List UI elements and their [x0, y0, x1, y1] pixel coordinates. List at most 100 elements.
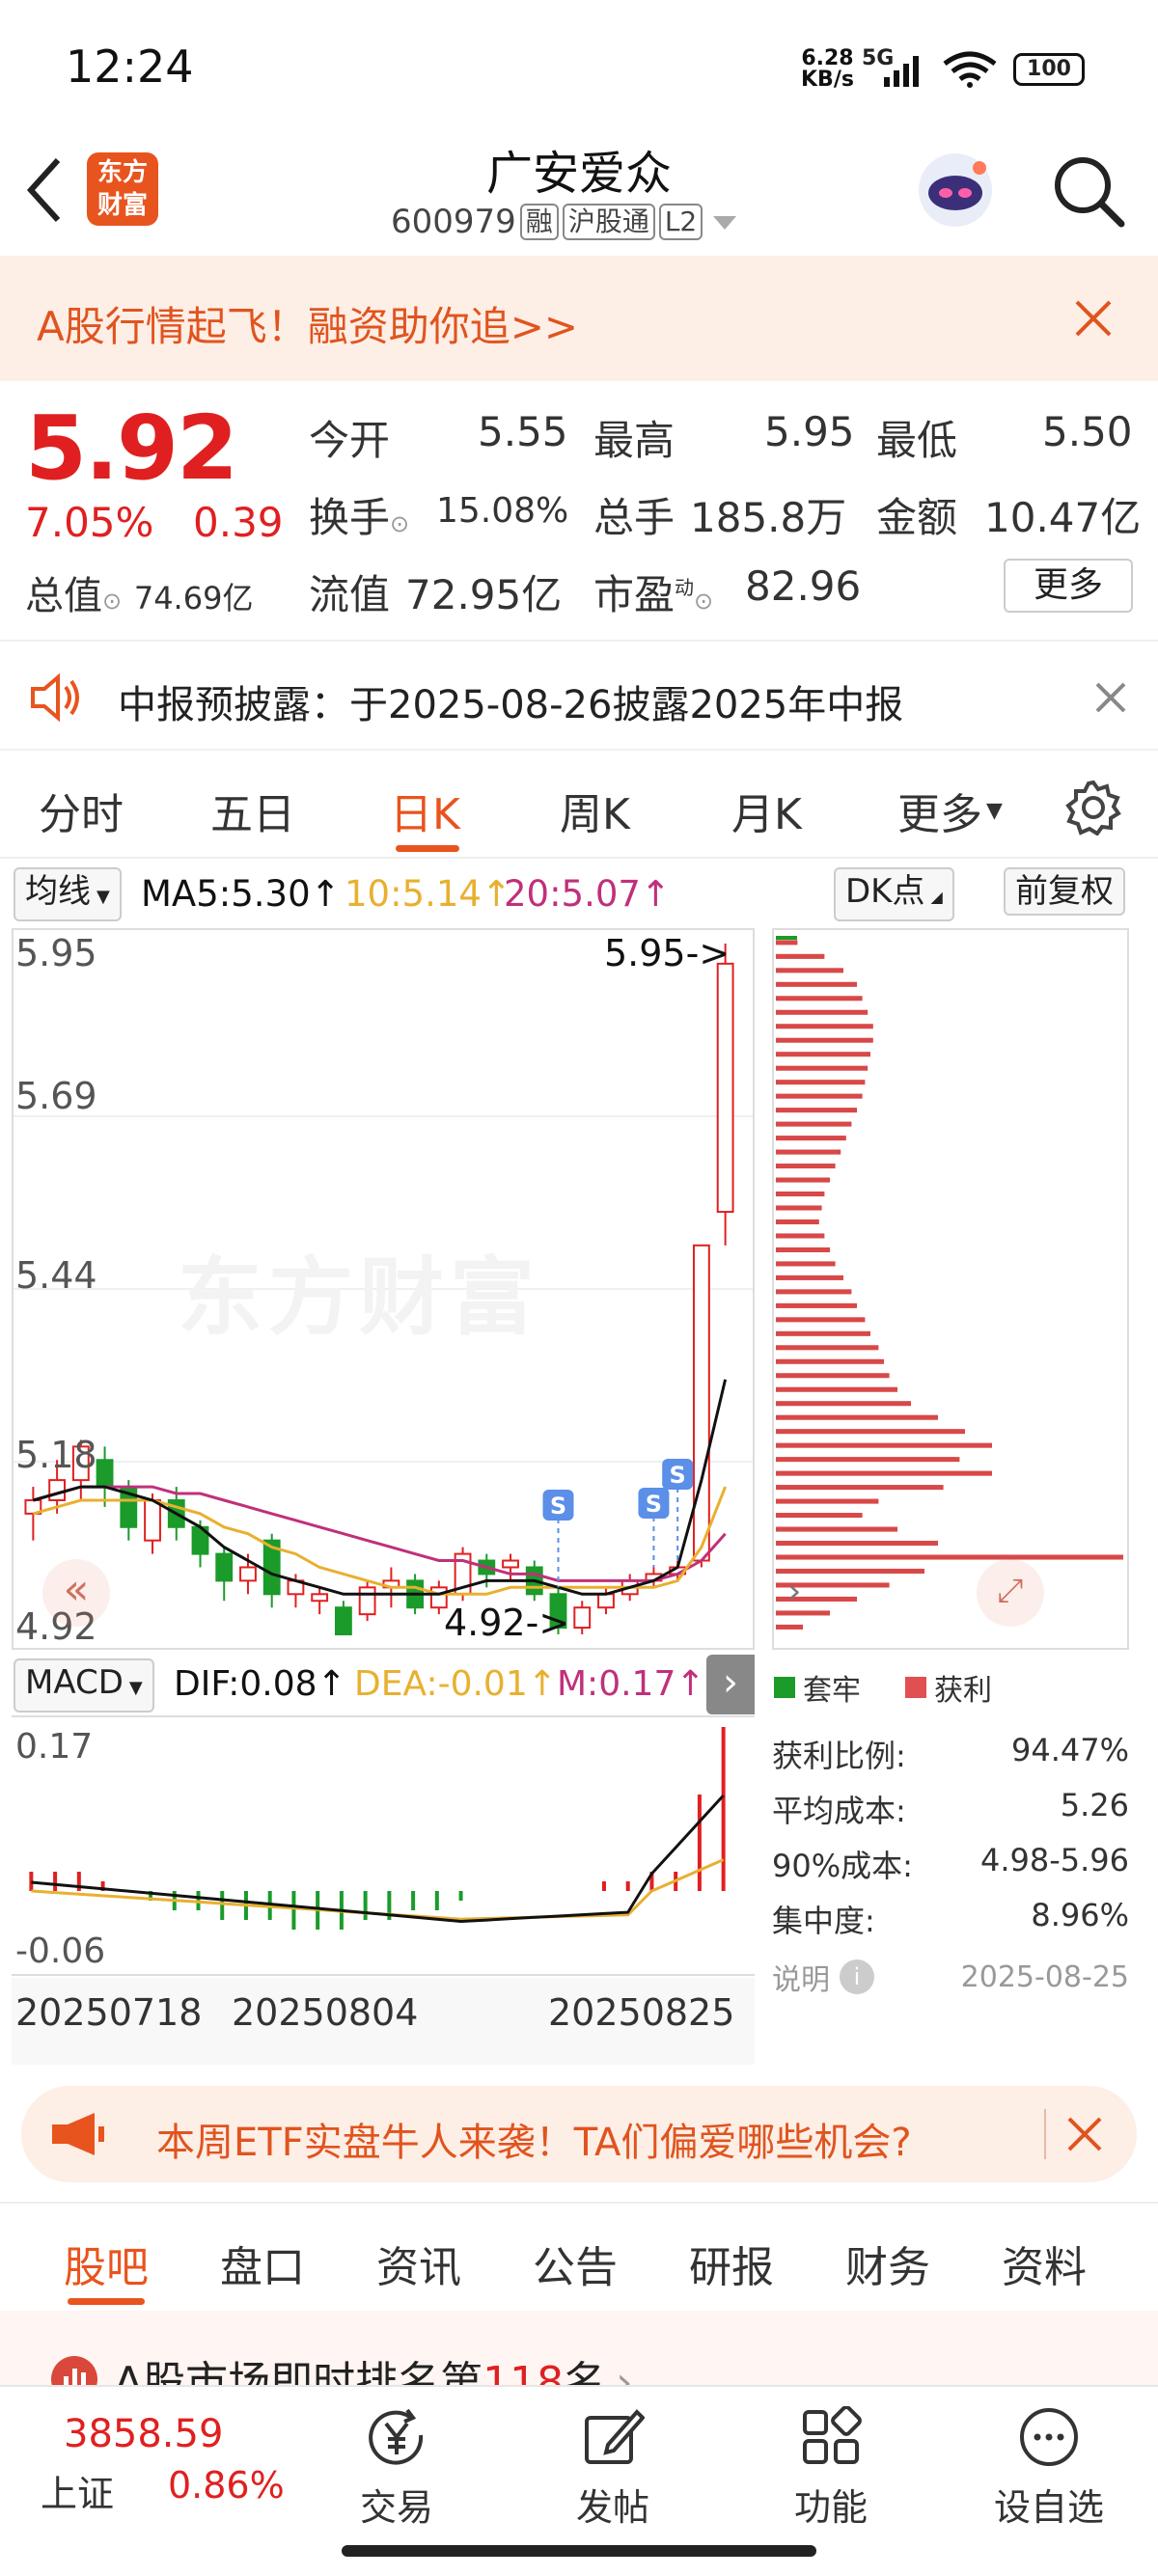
candle-body: [144, 1498, 161, 1542]
chevron-right-icon[interactable]: ›: [787, 1575, 826, 1613]
tab-profile[interactable]: 资料: [1002, 2233, 1087, 2294]
rank-strip[interactable]: A股市场即时排名第118名 ›: [0, 2311, 1158, 2388]
tab-daily-k[interactable]: 日K: [390, 780, 460, 841]
distribution-bar: [776, 1401, 911, 1407]
distribution-bar: [776, 1065, 868, 1071]
tab-news[interactable]: 资讯: [376, 2233, 461, 2294]
stock-code-row[interactable]: 600979 融 沪股通 L2: [391, 203, 739, 241]
date-label: 20250825: [548, 1991, 735, 2034]
candle-body: [311, 1593, 329, 1603]
corner-icon: ◢: [930, 888, 943, 906]
index-change[interactable]: 0.86%: [168, 2464, 285, 2507]
robot-assistant-icon[interactable]: [912, 147, 999, 233]
cost90-row: 90%成本: 4.98-5.96: [772, 1842, 1129, 1886]
turnover-label-text: 换手: [309, 494, 391, 541]
float-label: 流值: [309, 571, 391, 618]
candle-body: [573, 1606, 592, 1630]
tab-announcements[interactable]: 公告: [533, 2233, 618, 2294]
tab-intraday[interactable]: 分时: [39, 780, 124, 841]
speed-value: 6.28: [801, 46, 854, 70]
macd-axis-bottom: -0.06: [15, 1932, 106, 1971]
tab-more[interactable]: 更多 ▼: [897, 780, 1003, 841]
change-amount: 0.39: [193, 499, 284, 546]
distribution-bar: [776, 1080, 866, 1085]
battery-icon: 100: [1013, 53, 1085, 86]
tab-finance[interactable]: 财务: [845, 2233, 930, 2294]
index-value[interactable]: 3858.59: [64, 2412, 223, 2456]
tab-five-day[interactable]: 五日: [210, 780, 295, 841]
close-icon[interactable]: [1065, 2115, 1104, 2153]
distribution-bar: [776, 1261, 836, 1267]
network-speed: 6.28 KB/s: [801, 48, 854, 91]
status-bar: 12:24 6.28 KB/s 5G 100: [0, 0, 1158, 135]
tab-guba[interactable]: 股吧: [64, 2233, 149, 2294]
etf-banner[interactable]: 本周ETF实盘牛人来袭！TA们偏爱哪些机会?: [21, 2086, 1137, 2182]
open-value: 5.55: [478, 408, 568, 455]
low-label: 最低: [876, 417, 958, 464]
add-watchlist-button[interactable]: 设自选: [977, 2406, 1121, 2531]
home-indicator[interactable]: [342, 2545, 816, 2557]
distribution-bar: [776, 1191, 825, 1197]
ma-selector[interactable]: 均线 ▼: [14, 867, 122, 921]
adjust-button[interactable]: 前复权: [1004, 867, 1125, 916]
scroll-left-button[interactable]: «: [42, 1559, 110, 1627]
macd-chart[interactable]: 0.17 -0.06: [12, 1715, 755, 1976]
last-price: 5.92: [25, 397, 238, 500]
post-button[interactable]: 发帖: [540, 2406, 685, 2531]
divider: [1044, 2109, 1046, 2159]
distribution-bar: [776, 1136, 846, 1141]
macd-axis-top: 0.17: [15, 1727, 94, 1767]
float-value: 72.95亿: [405, 571, 563, 618]
stat-date: 2025-08-25: [960, 1959, 1129, 1994]
candlestick-chart[interactable]: SSS 东方财富 5.95 5.69 5.44 5.18 4.92 5.95->…: [12, 928, 755, 1650]
distribution-trap-bar: [776, 936, 797, 940]
rank-icon: [51, 2356, 97, 2388]
distribution-bar: [776, 940, 798, 945]
mktcap-row: 总值⊙ 74.69亿: [25, 564, 253, 620]
chevron-right-icon[interactable]: ›: [706, 1655, 755, 1714]
close-icon[interactable]: [1073, 298, 1114, 339]
date-axis: 20250718 20250804 20250825: [12, 1978, 755, 2065]
distribution-bar: [776, 996, 863, 1001]
dk-point-button[interactable]: DK点 ◢: [834, 867, 954, 921]
trade-button[interactable]: 交易: [324, 2406, 469, 2531]
rank-text: A股市场即时排名第118名 ›: [114, 2347, 633, 2388]
etf-banner-text: 本周ETF实盘牛人来袭！TA们偏爱哪些机会?: [156, 2121, 912, 2165]
legend-profit: 获利: [905, 1666, 992, 1709]
date-label: 20250718: [15, 1991, 203, 2034]
tab-research[interactable]: 研报: [689, 2233, 774, 2294]
tab-weekly-k[interactable]: 周K: [560, 780, 630, 841]
tag-margin: 融: [519, 204, 559, 240]
legend-swatch: [905, 1677, 926, 1698]
stat-label: 平均成本:: [772, 1793, 906, 1829]
tab-monthly-k[interactable]: 月K: [731, 780, 802, 841]
search-icon[interactable]: [1050, 152, 1127, 230]
tab-pankou[interactable]: 盘口: [220, 2233, 305, 2294]
pe-label: 市盈动⊙: [593, 562, 713, 621]
report-notice[interactable]: 中报预披露：于2025-08-26披露2025年中报: [0, 644, 1158, 751]
more-button[interactable]: 更多: [1004, 559, 1133, 613]
watermark: 东方财富: [178, 1247, 541, 1347]
open-label: 今开: [309, 417, 391, 464]
macd-selector[interactable]: MACD ▼: [14, 1658, 154, 1713]
stat-label: 获利比例:: [772, 1738, 906, 1774]
margin-banner[interactable]: A股行情起飞！融资助你追>>: [0, 256, 1158, 381]
info-icon[interactable]: i: [840, 1959, 874, 1994]
pe-dynamic-mark: 动: [675, 576, 695, 599]
distribution-bar: [776, 1386, 897, 1392]
explain-row[interactable]: 说明 i 2025-08-25: [772, 1956, 1129, 1998]
gear-icon[interactable]: [1065, 780, 1121, 836]
close-icon[interactable]: [1094, 681, 1127, 714]
candle-body: [96, 1459, 114, 1489]
distribution-bar: [776, 953, 825, 959]
distribution-bar: [776, 1108, 857, 1113]
chip-distribution-chart[interactable]: › ⤢: [772, 928, 1129, 1650]
info-icon: ⊙: [694, 588, 714, 615]
distribution-bar: [776, 1177, 830, 1183]
expand-icon[interactable]: ⤢: [977, 1559, 1044, 1627]
index-name[interactable]: 上证: [41, 2464, 114, 2517]
functions-button[interactable]: 功能: [758, 2406, 903, 2531]
info-icon: ⊙: [390, 510, 410, 537]
candle-body: [334, 1606, 352, 1635]
caret-down-icon: ▼: [128, 1678, 143, 1698]
